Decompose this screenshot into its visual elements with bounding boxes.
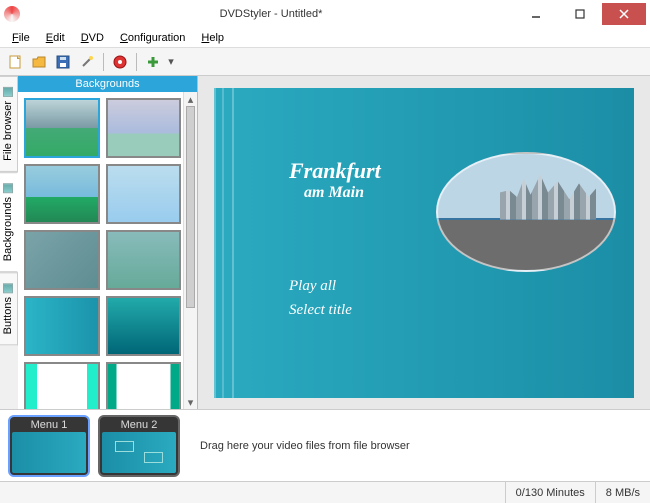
tab-buttons[interactable]: Buttons	[0, 272, 18, 345]
menu-dvd[interactable]: DVD	[73, 30, 112, 46]
background-thumb[interactable]	[24, 362, 100, 409]
side-tabs: File browser Backgrounds Buttons	[0, 76, 18, 409]
menu-edit[interactable]: Edit	[38, 30, 73, 46]
status-duration: 0/130 Minutes	[505, 482, 595, 503]
status-bar: 0/130 Minutes 8 MB/s	[0, 481, 650, 503]
background-thumb[interactable]	[24, 296, 100, 356]
menu-thumb-label: Menu 1	[31, 419, 68, 432]
window-title: DVDStyler - Untitled*	[220, 8, 323, 20]
maximize-button[interactable]	[558, 3, 602, 25]
timeline-bar: Menu 1 Menu 2 Drag here your video files…	[0, 409, 650, 481]
background-thumb[interactable]	[24, 98, 100, 158]
button-icon	[3, 283, 13, 293]
menu-title-line1[interactable]: Frankfurt	[289, 158, 381, 184]
menu-config[interactable]: Configuration	[112, 30, 193, 46]
menu-thumb-label: Menu 2	[121, 419, 158, 432]
status-bitrate: 8 MB/s	[595, 482, 650, 503]
burn-button[interactable]	[109, 51, 131, 73]
menu-thumb-2[interactable]: Menu 2	[98, 415, 180, 477]
background-icon	[3, 183, 13, 193]
tab-file-browser[interactable]: File browser	[0, 76, 18, 172]
toolbar: ▾	[0, 48, 650, 76]
menu-button-select-title[interactable]: Select title	[289, 302, 352, 319]
minimize-button[interactable]	[514, 3, 558, 25]
title-bar: DVDStyler - Untitled*	[0, 0, 650, 28]
scrollbar[interactable]: ▴ ▾	[183, 92, 197, 409]
menu-file[interactable]: File	[4, 30, 38, 46]
menu2-preview-icon	[102, 432, 176, 473]
tab-backgrounds[interactable]: Backgrounds	[0, 172, 18, 272]
app-icon	[4, 6, 20, 22]
folder-icon	[3, 87, 13, 97]
open-button[interactable]	[28, 51, 50, 73]
add-dropdown-icon[interactable]: ▾	[166, 51, 176, 73]
menu-bar: File Edit DVD Configuration Help	[0, 28, 650, 48]
panel-header: Backgrounds	[18, 76, 197, 92]
menu-thumb-1[interactable]: Menu 1	[8, 415, 90, 477]
background-thumb[interactable]	[24, 230, 100, 290]
save-button[interactable]	[52, 51, 74, 73]
thumbnails-area: ▴ ▾	[18, 92, 197, 409]
menu1-preview-icon	[12, 432, 86, 473]
scroll-up-icon[interactable]: ▴	[184, 92, 197, 106]
scroll-down-icon[interactable]: ▾	[184, 395, 197, 409]
new-project-button[interactable]	[4, 51, 26, 73]
menu-title-line2[interactable]: am Main	[304, 184, 364, 202]
separator	[103, 53, 104, 71]
scroll-handle[interactable]	[186, 106, 195, 308]
dvd-menu-preview[interactable]: Frankfurt am Main Play all Select title	[214, 88, 634, 398]
background-thumb[interactable]	[106, 230, 182, 290]
workspace: File browser Backgrounds Buttons Backgro…	[0, 76, 650, 409]
background-thumb[interactable]	[106, 296, 182, 356]
menu-image-oval[interactable]	[436, 152, 616, 272]
separator	[136, 53, 137, 71]
background-thumb[interactable]	[24, 164, 100, 224]
menu-help[interactable]: Help	[193, 30, 232, 46]
add-button[interactable]	[142, 51, 164, 73]
background-thumb[interactable]	[106, 98, 182, 158]
drop-zone-hint[interactable]: Drag here your video files from file bro…	[188, 440, 642, 452]
close-button[interactable]	[602, 3, 646, 25]
preview-area: Frankfurt am Main Play all Select title	[198, 76, 650, 409]
menu-button-play-all[interactable]: Play all	[289, 278, 336, 295]
background-thumb[interactable]	[106, 362, 182, 409]
background-thumb[interactable]	[106, 164, 182, 224]
backgrounds-panel: Backgrounds ▴ ▾	[18, 76, 198, 409]
wizard-button[interactable]	[76, 51, 98, 73]
